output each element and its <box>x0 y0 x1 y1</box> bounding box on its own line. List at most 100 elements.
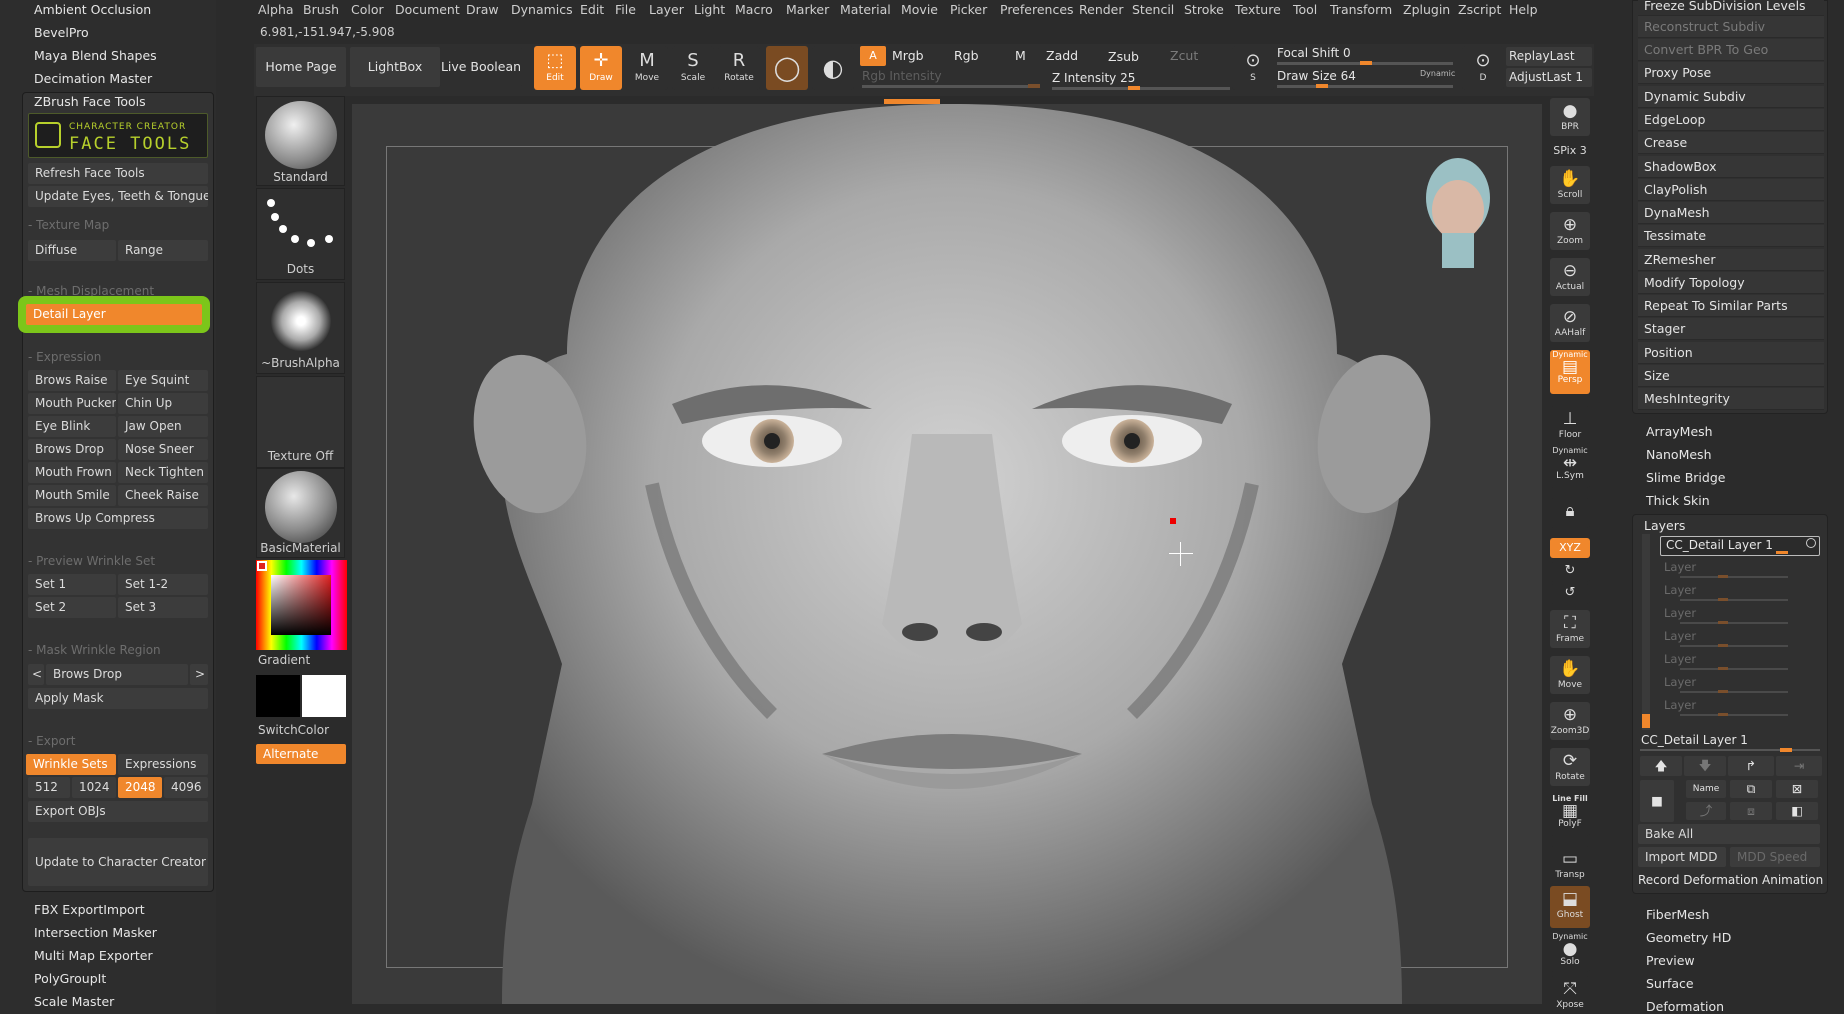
proxy-pose-button[interactable]: Proxy Pose <box>1638 62 1824 84</box>
layers-scrollbar[interactable] <box>1642 534 1650 730</box>
texture-map-section[interactable]: - Texture Map <box>28 218 109 232</box>
persp-button[interactable]: Dynamic ▤ Persp <box>1550 350 1590 394</box>
geometry-hd-section[interactable]: Geometry HD <box>1646 930 1731 945</box>
reconstruct-subdiv-button[interactable]: Reconstruct Subdiv <box>1638 16 1824 38</box>
layer-slot-7[interactable]: Layer <box>1664 698 1696 712</box>
navigation-head-icon[interactable] <box>1418 148 1498 268</box>
expression-section[interactable]: - Expression <box>28 350 101 364</box>
zoom3d-button[interactable]: ⊕ Zoom3D <box>1550 702 1590 740</box>
layer-next-button[interactable]: ⇥ <box>1776 756 1822 776</box>
transp-button[interactable]: ▭ Transp <box>1550 846 1590 884</box>
menu-stencil[interactable]: Stencil <box>1132 2 1174 17</box>
main-color-swatch[interactable] <box>257 561 267 571</box>
new-layer-button[interactable]: ■ <box>1640 780 1674 822</box>
expr-jaw-open[interactable]: Jaw Open <box>118 416 208 437</box>
range-button[interactable]: Range <box>118 240 208 261</box>
draw-mode-button[interactable]: ✛ Draw <box>580 46 622 90</box>
layer-name-button[interactable]: Name <box>1686 780 1726 798</box>
lock-button[interactable]: 🔒︎ <box>1550 498 1590 528</box>
menu-dynamics[interactable]: Dynamics <box>511 2 573 17</box>
shadowbox-button[interactable]: ShadowBox <box>1638 156 1824 178</box>
z-intensity-track[interactable] <box>1052 87 1230 90</box>
layer-slot-7-slider[interactable] <box>1680 714 1788 716</box>
plugin-polygroupit[interactable]: PolyGroupIt <box>34 971 106 986</box>
expr-nose-sneer[interactable]: Nose Sneer <box>118 439 208 460</box>
layer-slot-2-knob[interactable] <box>1718 598 1728 601</box>
s-spotlight-button[interactable]: ⊙ S <box>1232 46 1274 90</box>
record-deformation-button[interactable]: Record Deformation Animation <box>1638 873 1823 887</box>
export-objs-button[interactable]: Export OBJs <box>28 801 208 822</box>
current-layer-label[interactable]: CC_Detail Layer 1 <box>1641 733 1748 747</box>
layer-slot-3-knob[interactable] <box>1718 621 1728 624</box>
plugin-decimation-master[interactable]: Decimation Master <box>34 71 152 86</box>
mask-next-button[interactable]: > <box>190 664 208 685</box>
aahalf-button[interactable]: ⊘ AAHalf <box>1550 304 1590 342</box>
dynamic-label[interactable]: Dynamic <box>1420 69 1455 78</box>
mrgb-toggle[interactable]: Mrgb <box>892 48 924 63</box>
menu-macro[interactable]: Macro <box>735 2 773 17</box>
xyz-button[interactable]: XYZ <box>1550 538 1590 558</box>
layer-slot-4[interactable]: Layer <box>1664 629 1696 643</box>
thick-skin-section[interactable]: Thick Skin <box>1646 493 1710 508</box>
rotate-axis-y-icon[interactable]: ↺ <box>1550 584 1590 604</box>
expr-brows-raise[interactable]: Brows Raise <box>28 370 116 391</box>
move-layer-down-button[interactable]: 🡇︎ <box>1684 756 1726 776</box>
plugin-fbx[interactable]: FBX ExportImport <box>34 902 145 917</box>
repeat-similar-button[interactable]: Repeat To Similar Parts <box>1638 295 1824 317</box>
a-toggle[interactable]: A <box>860 46 886 66</box>
size-512[interactable]: 512 <box>28 777 70 798</box>
lightbox-button[interactable]: LightBox <box>350 47 440 87</box>
surface-section[interactable]: Surface <box>1646 976 1694 991</box>
size-1024[interactable]: 1024 <box>72 777 116 798</box>
layer-slot-5[interactable]: Layer <box>1664 652 1696 666</box>
position-button[interactable]: Position <box>1638 342 1824 364</box>
layer-slot-1-slider[interactable] <box>1680 576 1788 578</box>
layer-slot-7-knob[interactable] <box>1718 713 1728 716</box>
expr-eye-squint[interactable]: Eye Squint <box>118 370 208 391</box>
menu-color[interactable]: Color <box>351 2 384 17</box>
lsym-button[interactable]: Dynamic ⇹ L.Sym <box>1550 446 1590 488</box>
draw-size-track[interactable] <box>1277 85 1453 88</box>
menu-material[interactable]: Material <box>840 2 891 17</box>
menu-light[interactable]: Light <box>694 2 725 17</box>
live-boolean-button[interactable]: Live Boolean <box>440 47 522 87</box>
dynamesh-button[interactable]: DynaMesh <box>1638 202 1824 224</box>
mask-prev-button[interactable]: < <box>28 664 44 685</box>
preview-section[interactable]: Preview <box>1646 953 1695 968</box>
menu-draw[interactable]: Draw <box>466 2 499 17</box>
layers-scroll-thumb[interactable] <box>1642 714 1650 728</box>
rgb-intensity-knob[interactable] <box>1028 84 1040 88</box>
floor-button[interactable]: ⊥ Floor <box>1550 406 1590 444</box>
menu-picker[interactable]: Picker <box>950 2 987 17</box>
mask-region-select[interactable]: Brows Drop <box>46 664 188 685</box>
menu-texture[interactable]: Texture <box>1235 2 1281 17</box>
expr-chin-up[interactable]: Chin Up <box>118 393 208 414</box>
layer-merge-button[interactable]: ⧈ <box>1730 802 1772 820</box>
frame-button[interactable]: ⛶ Frame <box>1550 610 1590 648</box>
rotate-mode-button[interactable]: R Rotate <box>718 46 760 90</box>
menu-help[interactable]: Help <box>1509 2 1538 17</box>
detail-layer-button[interactable]: Detail Layer <box>26 304 202 325</box>
draw-size-knob[interactable] <box>1316 84 1328 88</box>
apply-mask-button[interactable]: Apply Mask <box>28 688 208 709</box>
solo-button[interactable]: Dynamic ● Solo <box>1550 932 1590 972</box>
crease-button[interactable]: Crease <box>1638 132 1824 154</box>
edgeloop-button[interactable]: EdgeLoop <box>1638 109 1824 131</box>
plugin-bevelpro[interactable]: BevelPro <box>34 25 89 40</box>
layer-slot-5-knob[interactable] <box>1718 667 1728 670</box>
set-1-button[interactable]: Set 1 <box>28 574 116 595</box>
plugin-ambient-occlusion[interactable]: Ambient Occlusion <box>34 2 151 17</box>
freeze-subdiv-button[interactable]: Freeze SubDivision Levels <box>1638 0 1824 16</box>
xpose-button[interactable]: ⤧ Xpose <box>1550 976 1590 1012</box>
zremesher-button[interactable]: ZRemesher <box>1638 249 1824 271</box>
canvas-viewport[interactable] <box>352 104 1542 1004</box>
expr-cheek-raise[interactable]: Cheek Raise <box>118 485 208 506</box>
z-intensity-knob[interactable] <box>1128 86 1140 90</box>
focal-shift-knob[interactable] <box>1360 61 1372 65</box>
layer-slot-5-slider[interactable] <box>1680 668 1788 670</box>
menu-file[interactable]: File <box>615 2 636 17</box>
expr-brows-up-compress[interactable]: Brows Up Compress <box>28 508 208 529</box>
layer-slot-2-slider[interactable] <box>1680 599 1788 601</box>
layer-slot-4-knob[interactable] <box>1718 644 1728 647</box>
mdd-speed-slider[interactable]: MDD Speed <box>1730 847 1820 867</box>
